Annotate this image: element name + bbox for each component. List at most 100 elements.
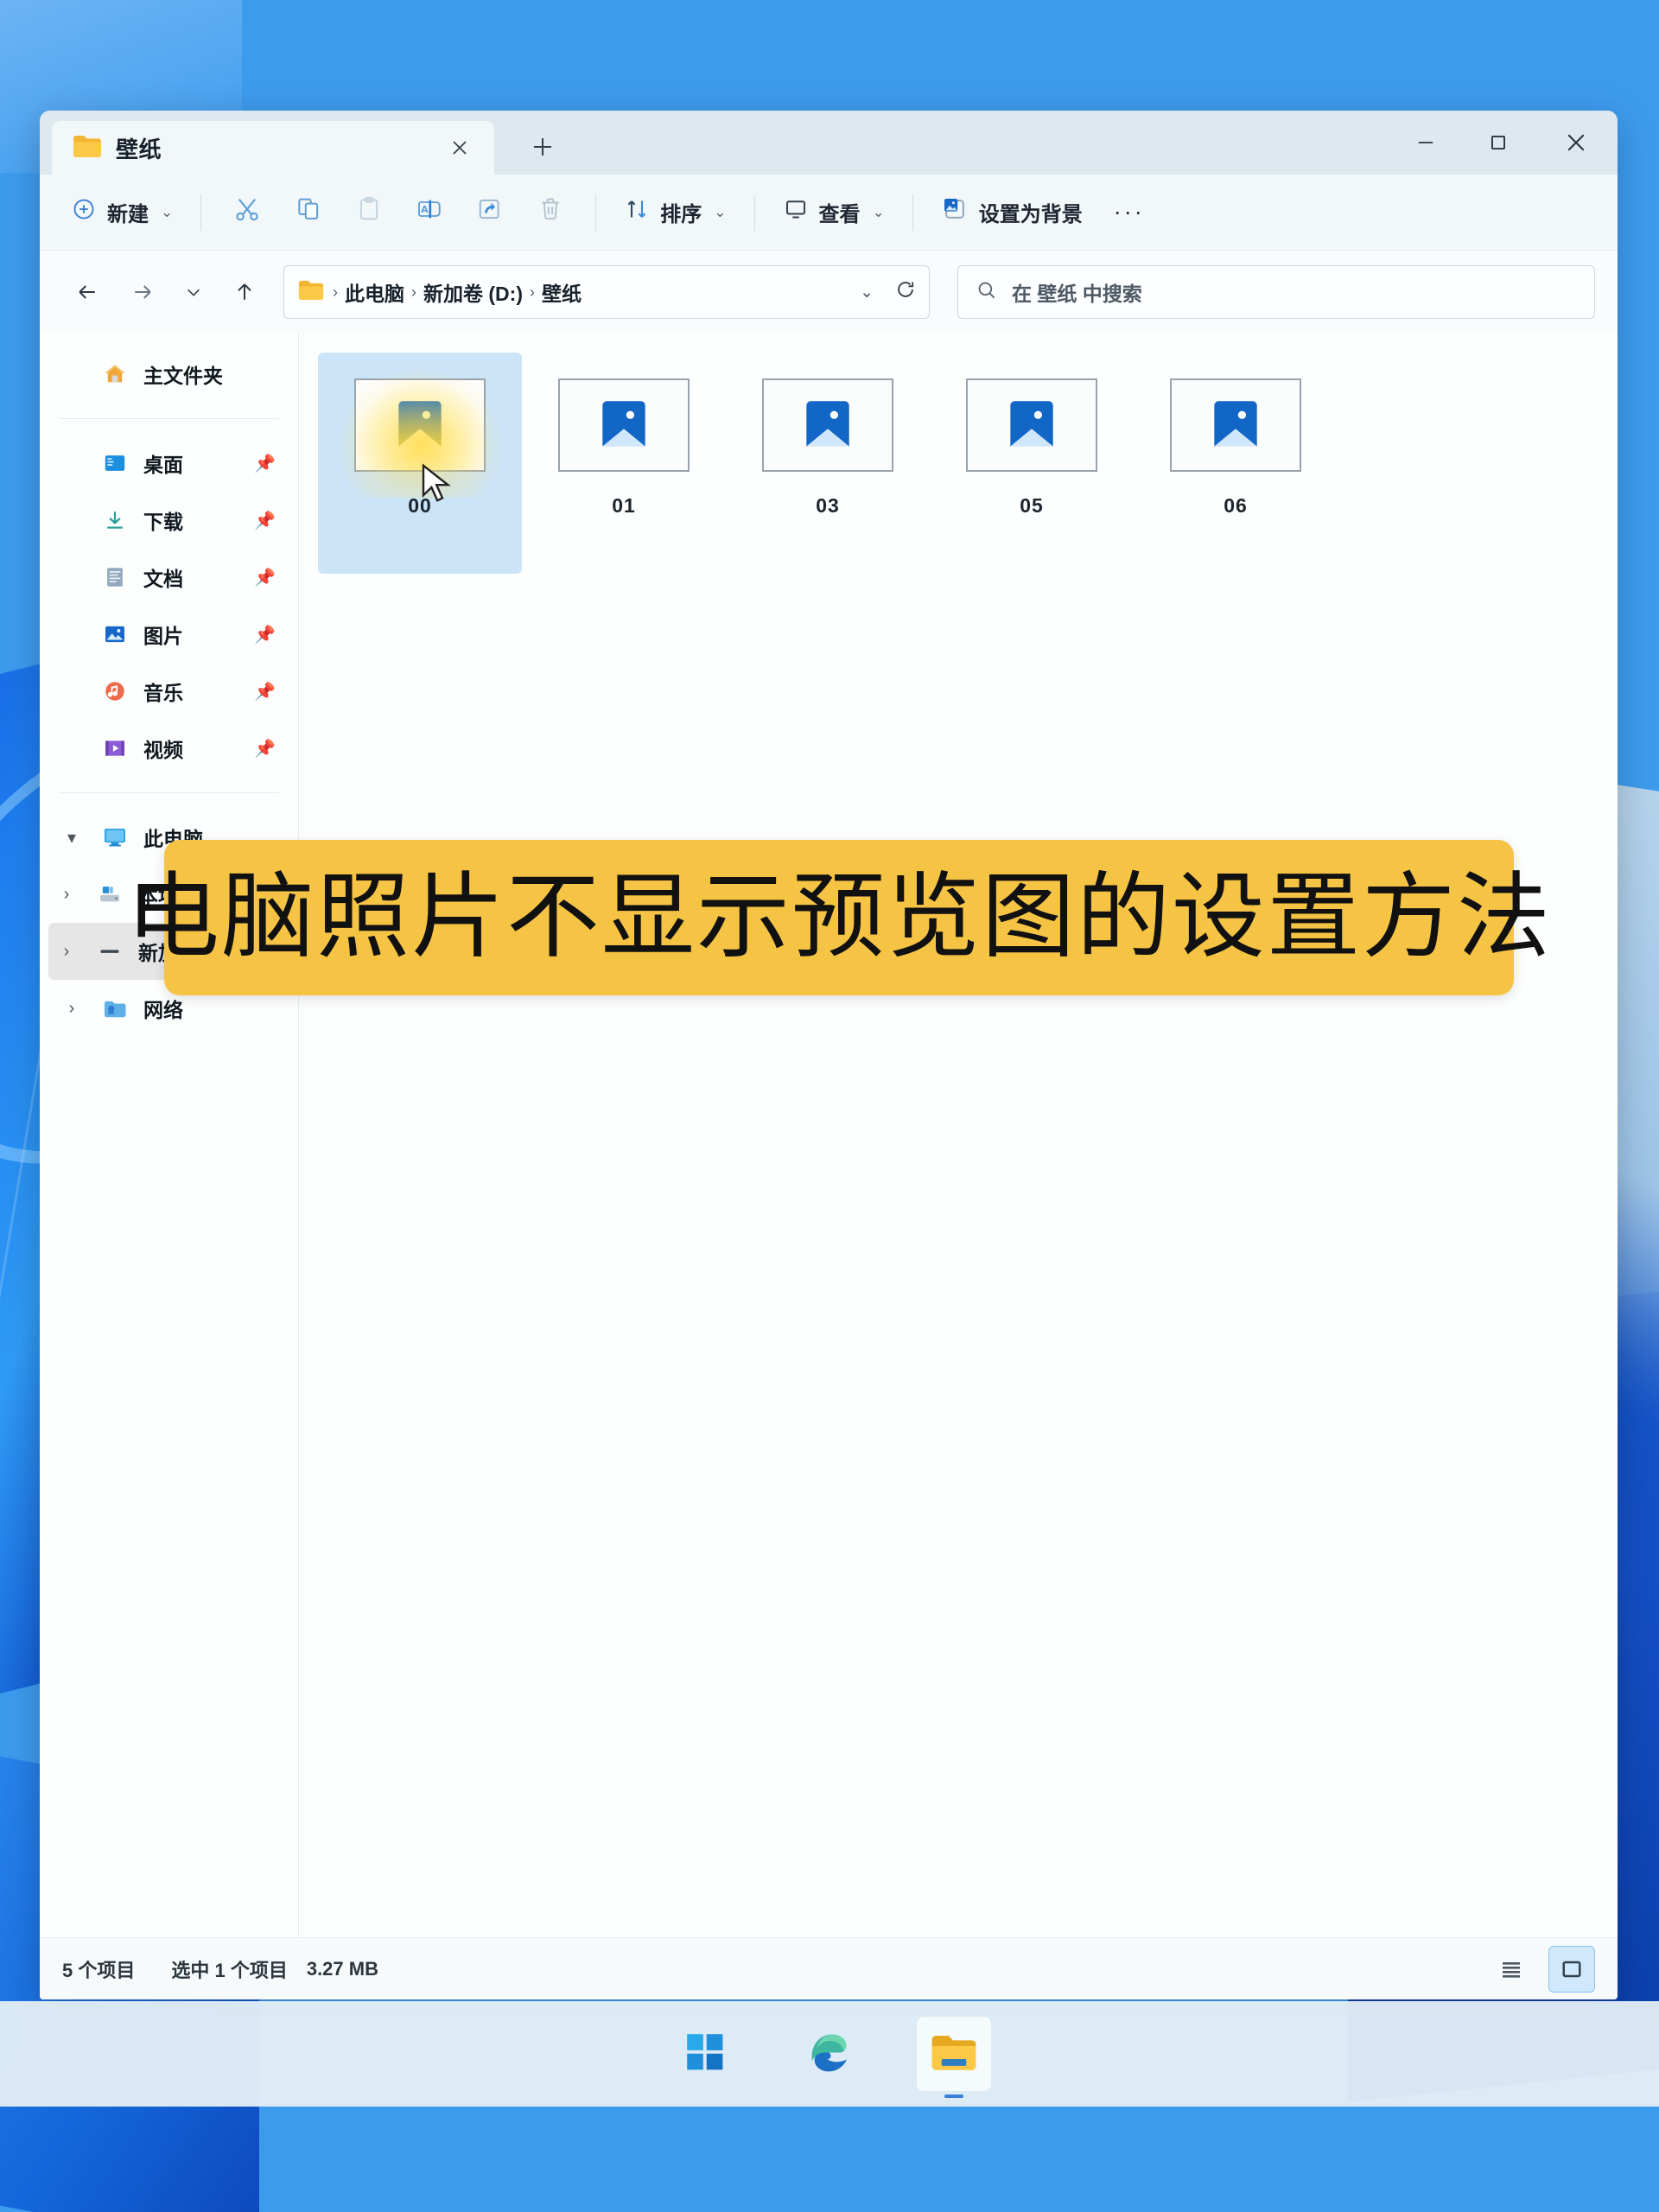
windows-logo-icon — [683, 2030, 728, 2079]
copy-icon — [295, 195, 322, 229]
window-controls — [1389, 111, 1618, 175]
svg-text:A: A — [422, 204, 429, 215]
chevron-down-icon[interactable]: ⌄ — [851, 283, 882, 302]
this-pc-icon — [99, 824, 131, 850]
set-as-background-button[interactable]: 设置为背景 — [929, 186, 1095, 239]
folder-icon — [298, 279, 324, 305]
file-thumbnail — [966, 378, 1097, 472]
scissors-icon — [232, 194, 262, 230]
paste-icon — [355, 195, 383, 229]
up-button[interactable] — [219, 267, 270, 317]
forward-button[interactable] — [118, 267, 168, 317]
paste-button[interactable] — [340, 186, 398, 239]
disk-c-icon — [93, 882, 126, 906]
breadcrumb-separator: › — [529, 283, 535, 301]
pin-icon[interactable]: 📌 — [254, 738, 283, 760]
trash-icon — [537, 195, 564, 229]
search-input[interactable]: 在 壁纸 中搜索 — [957, 265, 1595, 319]
window-close-icon[interactable] — [1535, 111, 1618, 175]
pin-icon[interactable]: 📌 — [254, 453, 283, 474]
copy-button[interactable] — [279, 186, 338, 239]
network-icon — [99, 995, 131, 1021]
new-button[interactable]: 新建 ⌄ — [59, 186, 185, 239]
file-list-pane[interactable]: 00 01 03 05 06 — [299, 334, 1618, 1937]
rename-icon: A — [416, 195, 443, 229]
rename-button[interactable]: A — [400, 186, 459, 239]
sidebar-item-documents[interactable]: 文档 📌 — [48, 549, 289, 606]
sidebar-item-label: 网络 — [143, 999, 183, 1021]
close-icon[interactable] — [441, 129, 479, 167]
sidebar-item-videos[interactable]: 视频 📌 — [48, 720, 289, 777]
status-bar: 5 个项目 选中 1 个项目 3.27 MB — [40, 1937, 1618, 1999]
cut-button[interactable] — [217, 186, 277, 239]
view-button[interactable]: 查看 ⌄ — [771, 186, 897, 239]
breadcrumb: › 此电脑 › 新加卷 (D:) › 壁纸 — [333, 277, 842, 307]
file-tile-05[interactable]: 05 — [930, 353, 1134, 574]
pictures-icon — [99, 622, 131, 646]
sidebar-divider — [59, 792, 279, 793]
pin-icon[interactable]: 📌 — [254, 510, 283, 531]
command-bar: 新建 ⌄ A 排序 ⌄ 查看 ⌄ 设置为背景 ··· — [40, 175, 1618, 251]
breadcrumb-item-this-pc[interactable]: 此电脑 — [345, 277, 404, 307]
file-tile-03[interactable]: 03 — [726, 353, 930, 574]
file-tile-01[interactable]: 01 — [522, 353, 726, 574]
chevron-down-icon[interactable]: ▾ — [57, 827, 86, 849]
refresh-icon[interactable] — [891, 278, 917, 307]
sidebar-item-music[interactable]: 音乐 📌 — [48, 663, 289, 720]
sidebar-item-label: 下载 — [143, 511, 183, 533]
file-thumbnail — [1170, 378, 1301, 472]
address-bar[interactable]: › 此电脑 › 新加卷 (D:) › 壁纸 ⌄ — [283, 265, 930, 319]
sidebar-item-pictures[interactable]: 图片 📌 — [48, 606, 289, 663]
sidebar-item-downloads[interactable]: 下载 📌 — [48, 492, 289, 549]
tab-wallpaper[interactable]: 壁纸 — [52, 121, 494, 175]
pin-icon[interactable]: 📌 — [254, 624, 283, 645]
file-name: 06 — [1224, 494, 1248, 517]
breadcrumb-item-volume-d[interactable]: 新加卷 (D:) — [423, 277, 523, 307]
pin-icon[interactable]: 📌 — [254, 681, 283, 702]
delete-button[interactable] — [521, 186, 580, 239]
minimize-icon[interactable] — [1389, 111, 1462, 175]
set-as-background-label: 设置为背景 — [978, 203, 1083, 226]
taskbar-item-edge[interactable] — [792, 2017, 867, 2091]
disk-d-icon — [93, 939, 126, 963]
sidebar-item-label: 音乐 — [143, 682, 183, 704]
taskbar-item-file-explorer[interactable] — [917, 2017, 991, 2098]
folder-icon — [73, 134, 102, 162]
file-tile-00[interactable]: 00 — [318, 353, 522, 574]
file-grid: 00 01 03 05 06 — [318, 353, 1618, 574]
list-view-icon[interactable] — [1488, 1946, 1535, 1993]
large-icons-view-icon[interactable] — [1548, 1945, 1595, 1993]
divider — [912, 194, 913, 231]
picture-background-icon — [941, 195, 969, 229]
pin-icon[interactable]: 📌 — [254, 567, 283, 588]
chevron-down-icon: ⌄ — [161, 203, 174, 220]
file-thumbnail — [762, 378, 893, 472]
sort-button[interactable]: 排序 ⌄ — [612, 186, 738, 239]
sidebar-divider — [59, 418, 279, 419]
breadcrumb-item-wallpaper[interactable]: 壁纸 — [542, 277, 582, 307]
window-body: 主文件夹 桌面 📌 下载 📌 文档 📌 图片 📌 音乐 📌 视频 📌 ▾ 此电脑… — [40, 334, 1618, 1937]
desktop: 壁纸 新建 ⌄ A 排序 ⌄ 查看 ⌄ 设置为背景 ··· › 此电脑 › 新加… — [0, 0, 1659, 2212]
chevron-right-icon[interactable]: › — [52, 885, 81, 905]
more-options-button[interactable]: ··· — [1096, 199, 1162, 226]
address-bar-row: › 此电脑 › 新加卷 (D:) › 壁纸 ⌄ 在 壁纸 中搜索 — [40, 251, 1618, 334]
sidebar-item-desktop[interactable]: 桌面 📌 — [48, 435, 289, 492]
chevron-right-icon[interactable]: › — [52, 942, 81, 962]
new-tab-button[interactable] — [518, 123, 567, 171]
caption-banner: 电脑照片不显示预览图的设置方法 — [126, 840, 1550, 995]
back-button[interactable] — [62, 267, 112, 317]
sidebar-item-home[interactable]: 主文件夹 — [48, 346, 289, 403]
chevron-down-icon: ⌄ — [714, 203, 727, 220]
chevron-right-icon[interactable]: › — [57, 999, 86, 1019]
music-icon — [99, 679, 131, 703]
file-name: 03 — [816, 494, 840, 517]
item-count-label: 5 个项目 — [62, 1959, 136, 1981]
desktop-icon — [99, 451, 131, 475]
breadcrumb-separator: › — [333, 283, 338, 301]
recent-locations-button[interactable] — [173, 267, 214, 317]
maximize-icon[interactable] — [1462, 111, 1535, 175]
taskbar-item-start[interactable] — [668, 2017, 742, 2091]
file-tile-06[interactable]: 06 — [1134, 353, 1338, 574]
share-button[interactable] — [461, 186, 519, 239]
image-file-icon — [806, 401, 849, 447]
